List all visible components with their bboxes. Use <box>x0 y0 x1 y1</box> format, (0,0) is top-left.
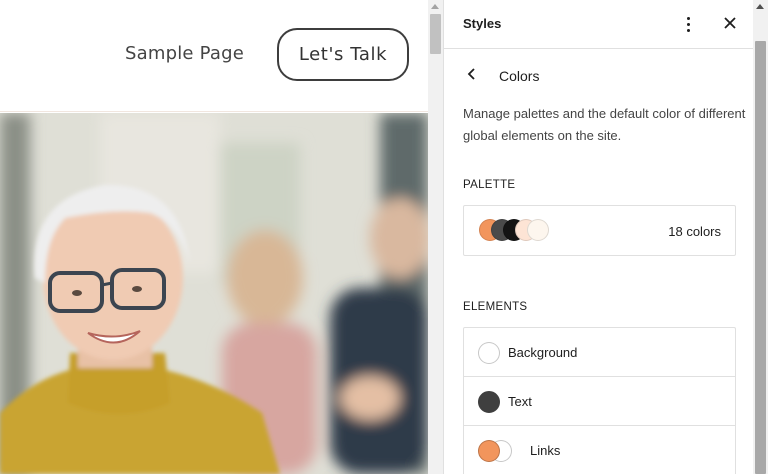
screen-title: Colors <box>499 68 540 84</box>
color-indicator <box>478 440 500 462</box>
palette-count: 18 colors <box>668 224 721 239</box>
scroll-up-arrow-icon[interactable] <box>756 4 764 9</box>
element-item-background[interactable]: Background <box>464 328 735 377</box>
site-preview: Sample Page Let's Talk <box>0 0 428 474</box>
site-header: Sample Page Let's Talk <box>0 0 428 112</box>
palette-button[interactable]: 18 colors <box>463 205 736 256</box>
scrollbar-thumb[interactable] <box>755 41 766 474</box>
element-label: Text <box>508 394 532 409</box>
color-indicator <box>478 391 500 413</box>
preview-scrollbar[interactable] <box>428 0 443 474</box>
lets-talk-button[interactable]: Let's Talk <box>277 28 409 81</box>
close-icon[interactable] <box>722 14 738 34</box>
element-item-links[interactable]: Links <box>464 426 735 474</box>
element-label: Background <box>508 345 578 360</box>
swatch <box>527 219 549 241</box>
nav-link-sample-page[interactable]: Sample Page <box>125 43 244 64</box>
hero-image <box>0 113 428 474</box>
element-item-text[interactable]: Text <box>464 377 735 426</box>
sidebar-scrollbar[interactable] <box>753 0 768 474</box>
chevron-left-icon[interactable] <box>466 65 486 87</box>
styles-sidebar: Styles Colors Manage palettes and the de… <box>443 0 754 474</box>
scroll-up-arrow-icon[interactable] <box>431 4 439 9</box>
palette-swatches <box>479 219 559 243</box>
color-indicator <box>478 342 500 364</box>
portrait-photo <box>0 113 428 474</box>
colors-description: Manage palettes and the default color of… <box>463 106 746 143</box>
scrollbar-thumb[interactable] <box>430 14 441 54</box>
elements-heading: ELEMENTS <box>463 301 528 313</box>
sidebar-title: Styles <box>463 16 502 31</box>
element-label: Links <box>530 443 561 458</box>
palette-heading: PALETTE <box>463 179 516 191</box>
elements-list: Background Text Links <box>463 327 736 474</box>
sidebar-header: Styles <box>444 0 754 49</box>
more-vertical-icon[interactable] <box>681 13 695 35</box>
